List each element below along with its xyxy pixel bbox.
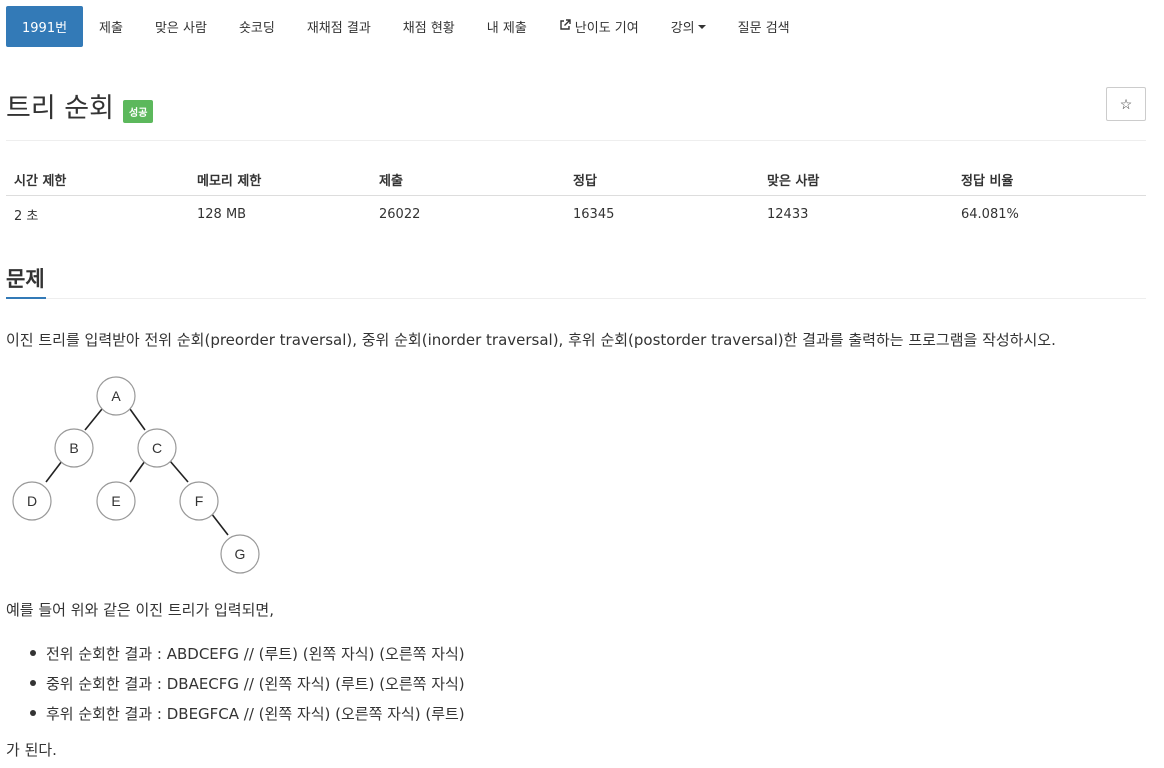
header-submissions: 제출 xyxy=(379,174,403,189)
tab-my-submit-label: 내 제출 xyxy=(486,21,527,36)
traversal-result-list: 전위 순회한 결과 : ABDCEFG // (루트) (왼쪽 자식) (오른쪽… xyxy=(30,638,465,728)
header-solvers: 맞은 사람 xyxy=(767,174,820,189)
tab-solved-label: 맞은 사람 xyxy=(154,21,207,36)
list-item: 후위 순회한 결과 : DBEGFCA // (왼쪽 자식) (오른쪽 자식) … xyxy=(30,698,465,728)
tree-node-label: B xyxy=(69,440,78,456)
tab-my-submit[interactable]: 내 제출 xyxy=(471,6,543,47)
tab-shortcoding-label: 숏코딩 xyxy=(238,21,275,36)
status-badge: 성공 xyxy=(123,100,154,123)
table-header-row: 시간 제한 메모리 제한 제출 정답 맞은 사람 정답 비율 xyxy=(6,164,1146,196)
list-item: 중위 순회한 결과 : DBAECFG // (왼쪽 자식) (루트) (오른쪽… xyxy=(30,668,465,698)
table-row: 2 초 128 MB 26022 16345 12433 64.081% xyxy=(6,196,1146,232)
value-time-limit: 2 초 xyxy=(14,208,39,224)
value-solvers: 12433 xyxy=(767,206,809,222)
tab-solved[interactable]: 맞은 사람 xyxy=(139,6,223,47)
tab-status[interactable]: 채점 현황 xyxy=(387,6,471,47)
tab-qna-label: 질문 검색 xyxy=(737,21,790,36)
binary-tree-diagram: A B C D E F G xyxy=(12,376,260,574)
tree-node-label: E xyxy=(111,493,120,509)
value-memory-limit: 128 MB xyxy=(197,206,247,222)
section-title: 문제 xyxy=(6,267,45,291)
divider xyxy=(6,140,1146,141)
page-title: 트리 순회 xyxy=(6,93,114,124)
preorder-result: 전위 순회한 결과 : ABDCEFG // (루트) (왼쪽 자식) (오른쪽… xyxy=(46,644,465,663)
section-divider xyxy=(6,298,1146,299)
tab-qna[interactable]: 질문 검색 xyxy=(722,6,806,47)
tab-rejudge-label: 재채점 결과 xyxy=(306,21,371,36)
tab-difficulty-label: 난이도 기여 xyxy=(574,21,639,36)
tree-node-label: A xyxy=(111,388,121,404)
value-submissions: 26022 xyxy=(379,206,421,222)
tab-rejudge[interactable]: 재채점 결과 xyxy=(291,6,387,47)
tree-node-label: C xyxy=(152,440,162,456)
tab-submit[interactable]: 제출 xyxy=(83,6,139,47)
problem-info-table: 시간 제한 메모리 제한 제출 정답 맞은 사람 정답 비율 2 초 128 M… xyxy=(6,164,1146,232)
closing-text: 가 된다. xyxy=(6,741,57,759)
inorder-result: 중위 순회한 결과 : DBAECFG // (왼쪽 자식) (루트) (오른쪽… xyxy=(46,674,465,693)
chevron-down-icon xyxy=(697,24,706,29)
section-underline xyxy=(6,297,46,299)
external-link-icon xyxy=(559,18,571,35)
tree-node-label: G xyxy=(235,546,246,562)
value-ratio: 64.081% xyxy=(961,206,1019,222)
tab-problem[interactable]: 1991번 xyxy=(6,6,84,47)
problem-description: 이진 트리를 입력받아 전위 순회(preorder traversal), 중… xyxy=(6,331,1056,349)
value-accepted: 16345 xyxy=(573,206,615,222)
postorder-result: 후위 순회한 결과 : DBEGFCA // (왼쪽 자식) (오른쪽 자식) … xyxy=(46,704,465,723)
tab-problem-label: 1991번 xyxy=(22,21,68,36)
problem-nav: 1991번 제출 맞은 사람 숏코딩 재채점 결과 채점 현황 내 제출 난이도… xyxy=(6,6,806,47)
tab-submit-label: 제출 xyxy=(99,21,123,36)
tab-lecture-label: 강의 xyxy=(670,21,695,36)
header-accepted: 정답 xyxy=(573,174,597,189)
tree-node-label: F xyxy=(195,493,204,509)
header-ratio: 정답 비율 xyxy=(961,174,1014,189)
header-time-limit: 시간 제한 xyxy=(14,174,67,189)
favorite-button[interactable]: ☆ xyxy=(1106,87,1146,121)
tab-difficulty[interactable]: 난이도 기여 xyxy=(543,6,655,47)
tree-node-label: D xyxy=(27,493,37,509)
example-intro: 예를 들어 위와 같은 이진 트리가 입력되면, xyxy=(6,601,274,619)
header-memory-limit: 메모리 제한 xyxy=(197,174,262,189)
list-item: 전위 순회한 결과 : ABDCEFG // (루트) (왼쪽 자식) (오른쪽… xyxy=(30,638,465,668)
tab-shortcoding[interactable]: 숏코딩 xyxy=(223,6,291,47)
star-icon: ☆ xyxy=(1119,95,1133,112)
tab-status-label: 채점 현황 xyxy=(402,21,455,36)
tab-lecture[interactable]: 강의 xyxy=(655,6,722,47)
